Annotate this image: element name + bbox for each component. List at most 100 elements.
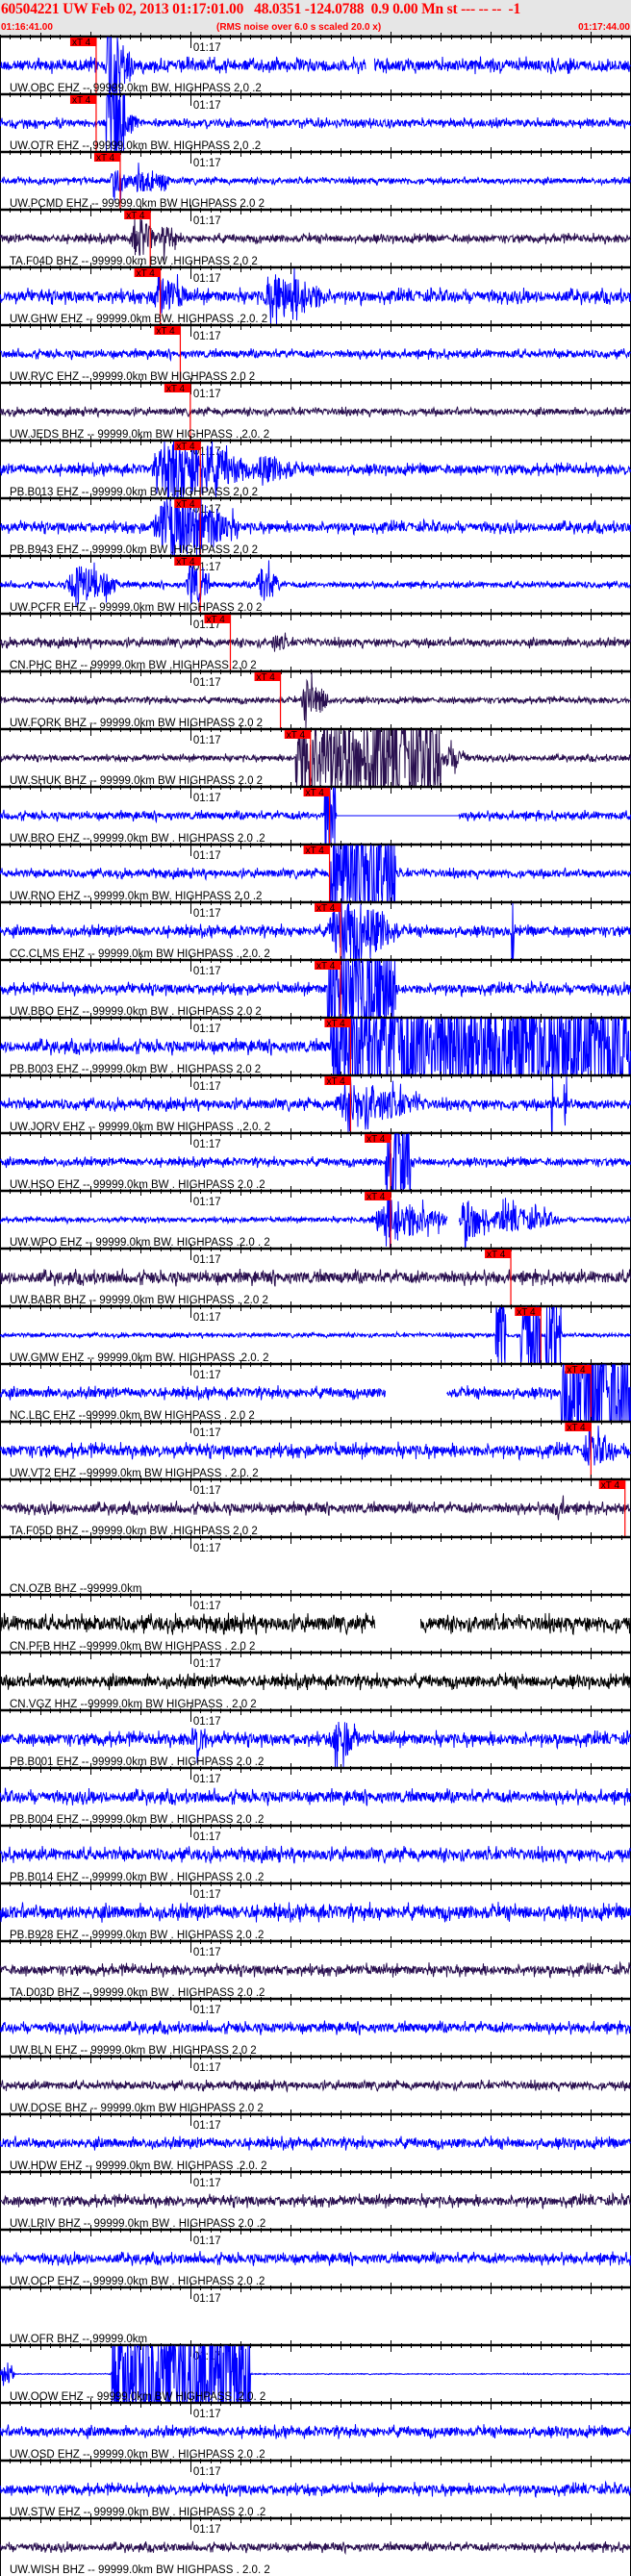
station-label: UW.OTR EHZ -- 99999.0km BW. HIGHPASS 2.0… bbox=[10, 140, 261, 152]
trace-waveform bbox=[0, 1385, 386, 1401]
trace-waveform bbox=[0, 632, 631, 652]
time-tick-label: 01:17 bbox=[193, 158, 221, 169]
trace-waveform bbox=[0, 1422, 631, 1466]
station-label: UW.HDW EHZ -- 99999.0km BW. HIGHPASS .2.… bbox=[10, 2160, 267, 2172]
station-label: UW.JORV EHZ -- 99999.0km BW HIGHPASS . 2… bbox=[10, 1122, 270, 1133]
station-label: UW.FORK BHZ -- 99999.0km BW HIGHPASS 2.0… bbox=[10, 718, 263, 729]
time-tick-label: 01:17 bbox=[193, 1543, 221, 1554]
pick-label: xT 4 bbox=[176, 499, 195, 510]
time-tick-label: 01:17 bbox=[193, 2120, 221, 2132]
pick-label: xT 4 bbox=[137, 268, 156, 279]
pick-label: xT 4 bbox=[567, 1365, 586, 1376]
time-tick-label: 01:17 bbox=[193, 2409, 221, 2420]
station-label: CN.PHC BHZ -- 99999.0km BW .HIGHPASS 2.0… bbox=[10, 660, 257, 671]
trace-waveform bbox=[0, 163, 631, 201]
pick-label: xT 4 bbox=[72, 38, 91, 48]
time-tick-label: 01:17 bbox=[193, 1254, 221, 1266]
time-tick-label: 01:17 bbox=[193, 1831, 221, 1843]
station-label: UW.SHUK BHZ -- 99999.0km BW HIGHPASS 2.0… bbox=[10, 775, 263, 787]
trace-waveform bbox=[0, 1268, 631, 1287]
time-tick-label: 01:17 bbox=[193, 1716, 221, 1728]
station-label: UW.PCMD EHZ -- 99999.0km BW HIGHPASS 2.0… bbox=[10, 198, 265, 210]
trace-waveform bbox=[0, 2540, 631, 2556]
time-tick-label: 01:17 bbox=[193, 2005, 221, 2016]
time-tick-label: 01:17 bbox=[193, 793, 221, 804]
station-label: UW.BABR BHZ -- 99999.0km BW HIGHPASS . 2… bbox=[10, 1295, 268, 1306]
trace-waveform bbox=[0, 213, 631, 261]
trace-waveform bbox=[0, 1902, 631, 1923]
station-label: PB.B003 EHZ -- 99999.0km BW . HIGHPASS 2… bbox=[10, 1064, 261, 1075]
time-tick-label: 01:17 bbox=[193, 850, 221, 862]
pick-label: xT 4 bbox=[257, 672, 276, 683]
seismogram-plot: 01:17xT 4UW.OBC EHZ -- 99999.0km BW. HIG… bbox=[0, 32, 631, 2576]
time-tick-label: 01:17 bbox=[193, 1370, 221, 1381]
time-tick-label: 01:17 bbox=[193, 2178, 221, 2189]
time-tick-label: 01:17 bbox=[193, 1658, 221, 1670]
time-tick-label: 01:17 bbox=[193, 677, 221, 689]
station-label: PB.B928 EHZ -- 99999.0km BW . HIGHPASS 2… bbox=[10, 1930, 264, 1941]
station-label: UW.WISH BHZ -- 99999.0km BW HIGHPASS . 2… bbox=[10, 2564, 270, 2576]
time-tick-label: 01:17 bbox=[193, 1601, 221, 1612]
station-label: UW.RNO EHZ -- 99999.0km BW. HIGHPASS 2.0… bbox=[10, 891, 262, 902]
pick-label: xT 4 bbox=[366, 1134, 386, 1145]
pick-label: xT 4 bbox=[72, 95, 91, 106]
time-tick-label: 01:17 bbox=[193, 1889, 221, 1901]
time-tick-label: 01:17 bbox=[193, 1427, 221, 1439]
trace-waveform bbox=[0, 1495, 631, 1521]
time-tick-label: 01:17 bbox=[193, 1947, 221, 1958]
time-tick-label: 01:17 bbox=[193, 2466, 221, 2478]
pick-label: xT 4 bbox=[326, 1076, 345, 1087]
trace-waveform bbox=[0, 347, 631, 363]
time-tick-label: 01:17 bbox=[193, 273, 221, 285]
station-label: UW.BRO EHZ -- 99999.0km BW . HIGHPASS 2.… bbox=[10, 833, 265, 845]
pick-label: xT 4 bbox=[316, 903, 336, 914]
trace-waveform bbox=[0, 2480, 631, 2499]
station-label: UW.LRIV BHZ -- 99999.0km BW . HIGHPASS 2… bbox=[10, 2218, 265, 2230]
pick-label: xT 4 bbox=[326, 1019, 345, 1029]
station-label: UW.OSD EHZ -- 99999.0km BW . HIGHPASS 2.… bbox=[10, 2449, 265, 2461]
station-label: UW.BBO EHZ -- 99999.0km BW . HIGHPASS 2.… bbox=[10, 1006, 262, 1018]
pick-label: xT 4 bbox=[156, 326, 175, 337]
station-label: UW.STW EHZ -- 99999.0km BW . HIGHPASS 2.… bbox=[10, 2507, 265, 2518]
trace-waveform bbox=[446, 1363, 631, 1422]
pick-label: xT 4 bbox=[306, 846, 325, 856]
trace-waveform bbox=[0, 2424, 631, 2439]
station-label: UW.OBC EHZ -- 99999.0km BW. HIGHPASS 2.0… bbox=[10, 83, 262, 94]
pick-label: xT 4 bbox=[126, 211, 145, 221]
station-label: UW.WPO EHZ -- 99999.0km BW. HIGHPASS .2.… bbox=[10, 1237, 270, 1249]
pick-label: xT 4 bbox=[316, 961, 336, 972]
trace-waveform bbox=[420, 1612, 631, 1636]
time-tick-label: 01:17 bbox=[193, 1139, 221, 1150]
station-label: CC.CLMS EHZ -- 99999.0km BW HIGHPASS . 2… bbox=[10, 948, 270, 960]
trace-waveform bbox=[458, 1198, 631, 1249]
pick-label: xT 4 bbox=[306, 788, 325, 798]
trace-waveform bbox=[374, 56, 631, 75]
station-label: UW.GHW EHZ -- 99999.0km BW. HIGHPASS .2.… bbox=[10, 314, 267, 325]
time-tick-label: 01:17 bbox=[193, 2062, 221, 2074]
time-tick-label: 01:17 bbox=[193, 100, 221, 112]
trace-waveform bbox=[0, 2191, 631, 2210]
pick-label: xT 4 bbox=[601, 1480, 620, 1491]
time-tick-label: 01:17 bbox=[193, 389, 221, 400]
time-tick-label: 01:17 bbox=[193, 1485, 221, 1497]
station-label: UW.DOSE BHZ -- 99999.0km BW HIGHPASS 2.0… bbox=[10, 2103, 264, 2114]
time-tick-label: 01:17 bbox=[193, 1197, 221, 1208]
time-tick-label: 01:17 bbox=[193, 1312, 221, 1324]
pick-label: xT 4 bbox=[517, 1307, 536, 1318]
time-tick-label: 01:17 bbox=[193, 331, 221, 342]
station-label: CN.PFB HHZ --99999.0km BW HIGHPASS . 2.0… bbox=[10, 1641, 255, 1653]
trace-waveform bbox=[0, 1960, 631, 1980]
pick-label: xT 4 bbox=[176, 557, 195, 568]
station-label: UW.RVC EHZ -- 99999.0km BW HIGHPASS 2.0 … bbox=[10, 371, 255, 383]
station-label: UW.HSO EHZ -- 99999.0km BW . HIGHPASS 2.… bbox=[10, 1179, 265, 1191]
station-label: NC.LBC EHZ --99999.0km BW HIGHPASS . 2.0… bbox=[10, 1410, 255, 1422]
station-label: PB.B014 EHZ -- 99999.0km BW . HIGHPASS 2… bbox=[10, 1872, 264, 1883]
time-tick-label: 01:17 bbox=[193, 908, 221, 920]
station-label: UW.BLN EHZ -- 99999.0km BW .HIGHPASS 2.0… bbox=[10, 2045, 257, 2057]
time-tick-label: 01:17 bbox=[193, 1774, 221, 1785]
pick-label: xT 4 bbox=[567, 1423, 586, 1433]
station-label: UW.OOW EHZ -- 99999.0km BW HIGHPASS .2.0… bbox=[10, 2391, 265, 2403]
trace-waveform bbox=[0, 1845, 631, 1864]
time-tick-label: 01:17 bbox=[193, 215, 221, 227]
trace-waveform bbox=[0, 2020, 631, 2035]
